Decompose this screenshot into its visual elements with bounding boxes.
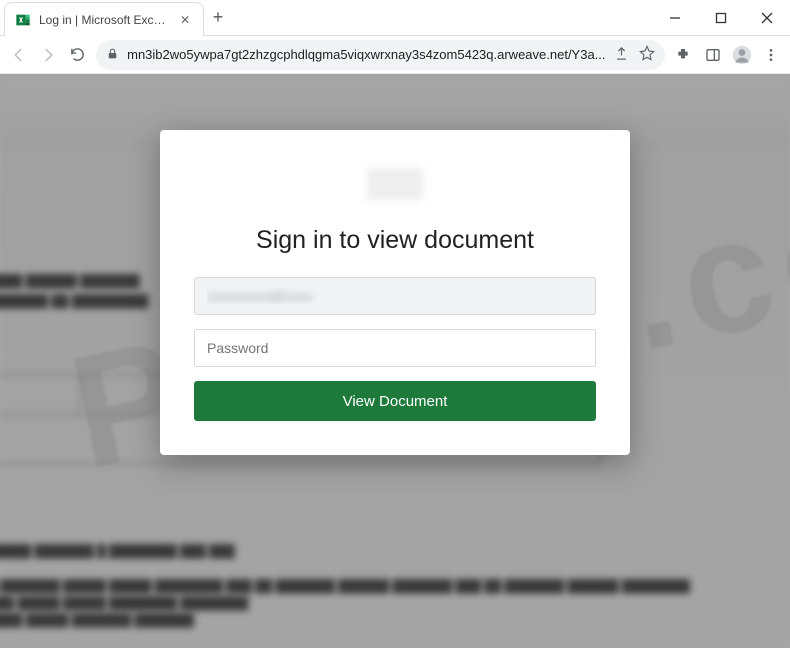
modal-heading: Sign in to view document bbox=[194, 226, 596, 255]
browser-tab-active[interactable]: Log in | Microsoft Excel - Work to ✕ bbox=[4, 2, 204, 36]
close-tab-icon[interactable]: ✕ bbox=[177, 13, 193, 27]
browser-titlebar: Log in | Microsoft Excel - Work to ✕ + bbox=[0, 0, 790, 36]
address-bar[interactable]: mn3ib2wo5ywpa7gt2zhzgcphdlqgma5viqxwrxna… bbox=[96, 40, 664, 70]
lock-icon bbox=[106, 47, 119, 63]
forward-button[interactable] bbox=[37, 39, 58, 71]
browser-toolbar: mn3ib2wo5ywpa7gt2zhzgcphdlqgma5viqxwrxna… bbox=[0, 36, 790, 74]
tab-title: Log in | Microsoft Excel - Work to bbox=[39, 13, 169, 27]
reload-button[interactable] bbox=[67, 39, 88, 71]
view-document-button[interactable]: View Document bbox=[194, 381, 596, 421]
star-icon[interactable] bbox=[639, 45, 655, 64]
excel-icon bbox=[15, 12, 31, 28]
window-controls bbox=[652, 0, 790, 35]
extensions-icon[interactable] bbox=[673, 39, 694, 71]
window-close-button[interactable] bbox=[744, 0, 790, 35]
profile-icon[interactable] bbox=[731, 39, 752, 71]
side-panel-icon[interactable] bbox=[702, 39, 723, 71]
url-text: mn3ib2wo5ywpa7gt2zhzgcphdlqgma5viqxwrxna… bbox=[127, 47, 605, 62]
signin-modal: Sign in to view document View Document bbox=[160, 130, 630, 455]
email-field[interactable] bbox=[194, 277, 596, 315]
new-tab-button[interactable]: + bbox=[204, 0, 232, 35]
kebab-menu-icon[interactable] bbox=[761, 39, 782, 71]
brand-logo bbox=[367, 168, 423, 200]
back-button[interactable] bbox=[8, 39, 29, 71]
minimize-button[interactable] bbox=[652, 0, 698, 35]
maximize-button[interactable] bbox=[698, 0, 744, 35]
page-viewport: █████ ██████ ███████ ████████ ██ ███████… bbox=[0, 74, 790, 648]
password-field[interactable] bbox=[194, 329, 596, 367]
share-icon[interactable] bbox=[614, 46, 629, 64]
